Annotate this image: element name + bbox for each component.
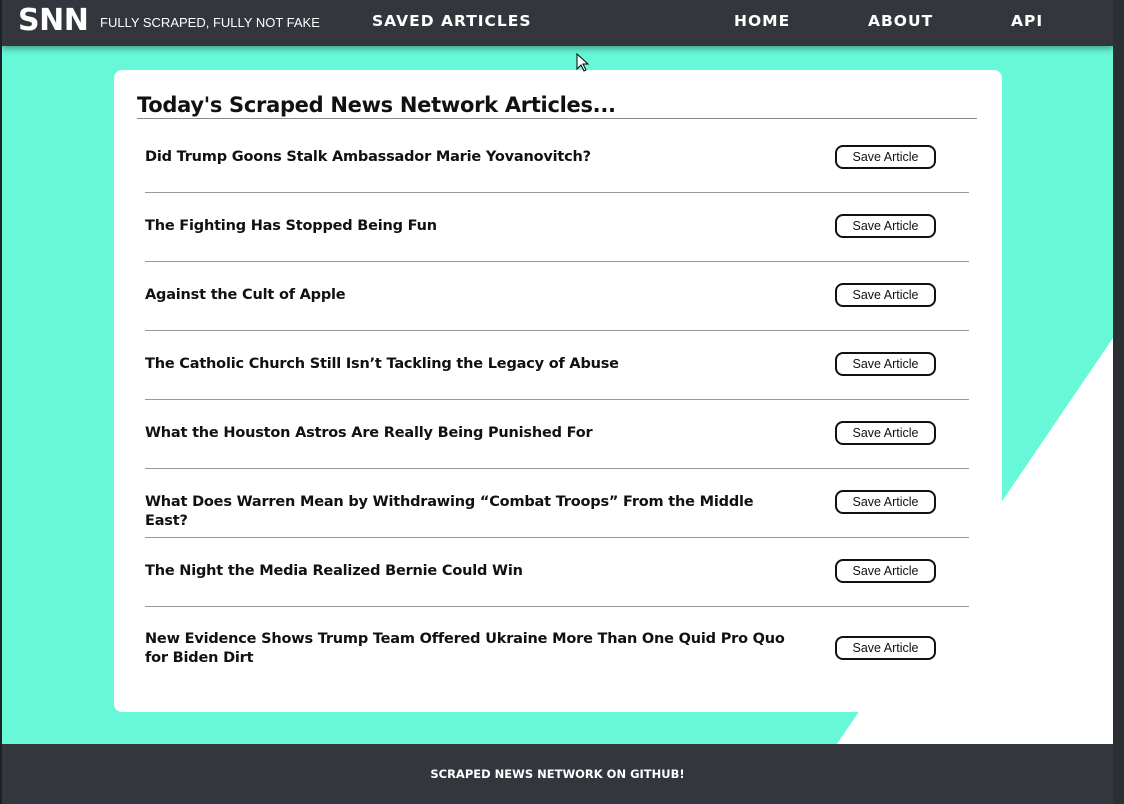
save-article-button[interactable]: Save Article [835, 145, 936, 169]
article-title[interactable]: Against the Cult of Apple [145, 286, 795, 305]
save-article-button[interactable]: Save Article [835, 214, 936, 238]
mouse-cursor-icon [576, 53, 590, 72]
save-article-button[interactable]: Save Article [835, 421, 936, 445]
article-title[interactable]: The Night the Media Realized Bernie Coul… [145, 562, 795, 581]
github-link[interactable]: SCRAPED NEWS NETWORK ON GITHUB! [2, 767, 1113, 781]
list-item: The Catholic Church Still Isn’t Tackling… [145, 331, 969, 400]
list-item: What Does Warren Mean by Withdrawing “Co… [145, 469, 969, 538]
article-title[interactable]: Did Trump Goons Stalk Ambassador Marie Y… [145, 148, 795, 167]
save-article-button[interactable]: Save Article [835, 352, 936, 376]
page-title: Today's Scraped News Network Articles... [137, 93, 977, 119]
nav-api[interactable]: API [1011, 12, 1043, 30]
list-item: The Fighting Has Stopped Being Fun Save … [145, 193, 969, 262]
article-title[interactable]: The Fighting Has Stopped Being Fun [145, 217, 795, 236]
nav-saved-articles[interactable]: SAVED ARTICLES [372, 12, 532, 30]
footer: SCRAPED NEWS NETWORK ON GITHUB! [2, 744, 1113, 804]
list-item: Did Trump Goons Stalk Ambassador Marie Y… [145, 124, 969, 193]
nav-home[interactable]: HOME [734, 12, 790, 30]
window-frame-right [1113, 0, 1124, 804]
nav-about[interactable]: ABOUT [868, 12, 933, 30]
list-item: Against the Cult of Apple Save Article [145, 262, 969, 331]
list-item: The Night the Media Realized Bernie Coul… [145, 538, 969, 607]
articles-card: Today's Scraped News Network Articles...… [114, 70, 1002, 712]
article-title[interactable]: What the Houston Astros Are Really Being… [145, 424, 795, 443]
brand-tagline: FULLY SCRAPED, FULLY NOT FAKE [100, 15, 320, 30]
window-frame-left [0, 0, 2, 804]
article-title[interactable]: What Does Warren Mean by Withdrawing “Co… [145, 493, 795, 531]
article-title[interactable]: The Catholic Church Still Isn’t Tackling… [145, 355, 795, 374]
article-title[interactable]: New Evidence Shows Trump Team Offered Uk… [145, 630, 795, 668]
save-article-button[interactable]: Save Article [835, 636, 936, 660]
list-item: What the Houston Astros Are Really Being… [145, 400, 969, 469]
list-item: New Evidence Shows Trump Team Offered Uk… [145, 607, 969, 697]
navbar: SNN FULLY SCRAPED, FULLY NOT FAKE SAVED … [2, 0, 1113, 46]
brand-logo[interactable]: SNN [18, 3, 89, 38]
save-article-button[interactable]: Save Article [835, 559, 936, 583]
article-list: Did Trump Goons Stalk Ambassador Marie Y… [145, 124, 969, 697]
save-article-button[interactable]: Save Article [835, 283, 936, 307]
save-article-button[interactable]: Save Article [835, 490, 936, 514]
